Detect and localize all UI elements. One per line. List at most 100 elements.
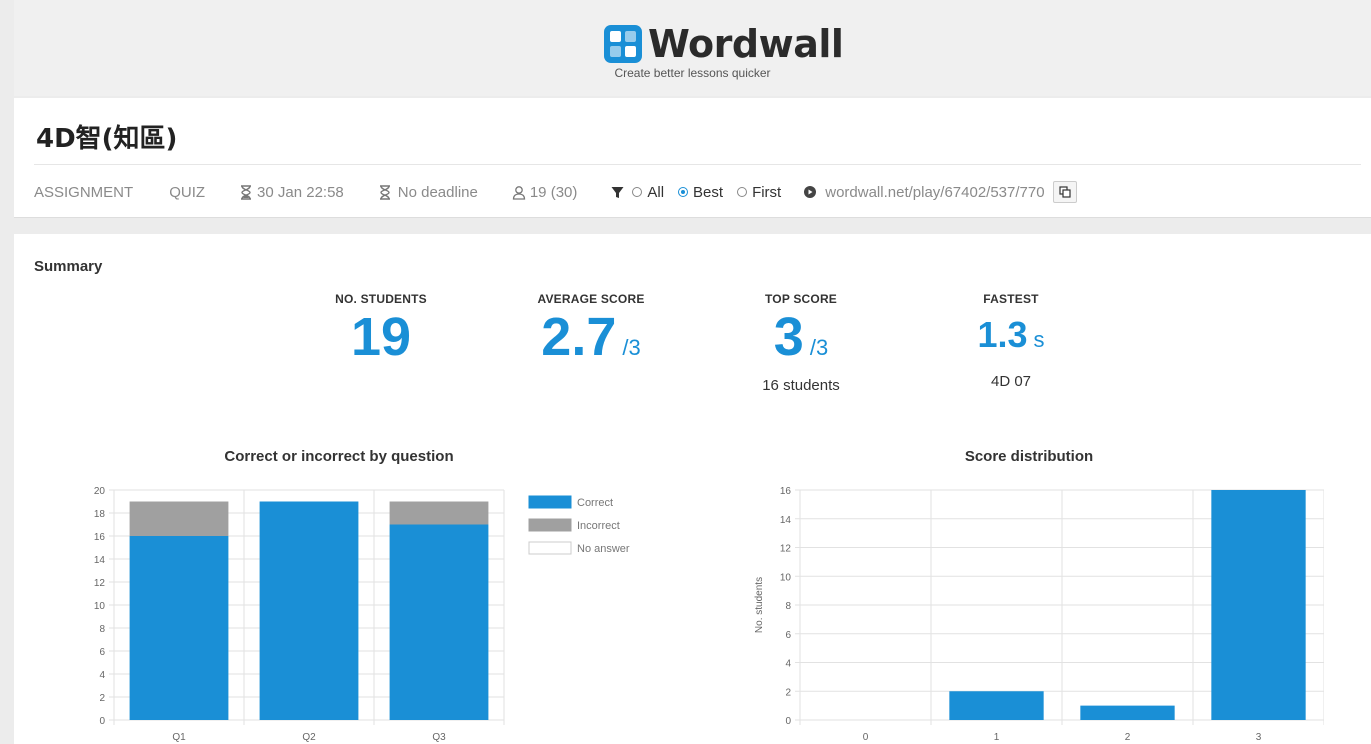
y-tick-label: 16 [94,532,106,543]
y-tick-label: 6 [785,630,791,641]
stat-value: 3 [773,307,804,367]
start-time: 30 Jan 22:58 [239,184,344,201]
radio-all[interactable] [632,186,643,197]
activity-type-label: QUIZ [169,183,206,201]
deadline: No deadline [378,184,478,201]
logo-text: Wordwall [648,22,844,66]
hourglass-empty-icon [379,184,390,200]
radio-first[interactable] [737,186,748,197]
x-tick-label: 3 [1256,732,1262,743]
stat-value: 2.7 [541,307,617,367]
students-count: 19 (30) [512,183,578,201]
bar-incorrect [129,501,229,536]
y-tick-label: 18 [94,509,106,520]
x-tick-label: 2 [1125,732,1131,743]
y-tick-label: 0 [99,716,105,727]
legend-swatch [528,495,572,509]
y-tick-label: 16 [780,486,792,497]
meta-bar: ASSIGNMENT QUIZ 30 Jan 22:58 No deadline… [34,180,1077,204]
chart-title-questions: Correct or incorrect by question [224,448,454,465]
divider [34,164,1361,165]
logo-icon [604,25,642,63]
share-link: wordwall.net/play/67402/537/770 [803,181,1077,203]
copy-icon [1058,186,1071,198]
stat-label: TOP SCORE [764,292,838,306]
stat-value-row: 3/3 [716,306,886,379]
y-tick-label: 2 [99,693,105,704]
legend-label: No answer [577,543,630,555]
summary-panel: Summary NO. STUDENTS 19 AVERAGE SCORE 2.… [14,234,1371,744]
summary-heading: Summary [34,258,103,275]
filter-option-first[interactable]: First [737,184,781,201]
y-tick-label: 0 [785,716,791,727]
y-tick-label: 12 [94,578,106,589]
correct-incorrect-chart: 0 2 4 6 8 10 12 14 16 18 20 Q1 Q2 Q3 Correct Incorrect N… [94,486,630,743]
chart-title-distribution: Score distribution [964,448,1094,465]
legend-label: Incorrect [577,520,620,532]
stat-no-students: NO. STUDENTS 19 [296,292,466,368]
stat-average-score: AVERAGE SCORE 2.7/3 [506,292,676,379]
x-tick-label: Q3 [432,732,446,743]
hourglass-icon [241,184,252,200]
filter-option-label: Best [693,183,724,201]
filter-option-all[interactable]: All [632,184,664,201]
y-tick-label: 12 [780,544,792,555]
stat-sub: 16 students [762,377,840,394]
wordwall-logo[interactable]: Wordwall [604,22,844,66]
stat-unit: /3 [622,335,641,360]
share-link-text[interactable]: wordwall.net/play/67402/537/770 [825,184,1044,201]
stat-value-row: 1.3 s [926,306,1096,369]
x-tick-label: Q2 [302,732,316,743]
tagline: Create better lessons quicker [614,66,771,80]
assignment-label: ASSIGNMENT [34,183,134,201]
bar-correct [259,501,359,720]
score-distribution-chart: 02468101214160 1 2 3No. students [754,486,1324,743]
top-banner: Wordwall Create better lessons quicker [14,0,1371,96]
stat-unit: /3 [809,335,829,360]
bar-correct [129,536,229,720]
x-tick-label: Q1 [172,732,186,743]
user-icon [512,185,525,200]
stat-value: 1.3 [977,314,1028,355]
stat-label: NO. STUDENTS [335,292,427,306]
deadline-text: No deadline [397,183,478,201]
attempt-filter: All Best First [611,184,781,201]
filter-icon [611,186,624,198]
legend-swatch [528,541,572,555]
students-count-text: 19 (30) [529,183,578,201]
bar-correct [389,524,489,720]
bar [949,691,1044,720]
y-tick-label: 6 [99,647,105,658]
legend-label: Correct [577,497,613,509]
filter-option-label: First [752,183,782,201]
bar [1080,705,1175,720]
stat-label: AVERAGE SCORE [537,292,645,306]
y-tick-label: 20 [94,486,106,497]
stat-value-row: 2.7/3 [506,306,676,379]
bar [1211,490,1306,720]
stat-top-score: TOP SCORE 3/3 16 students [716,292,886,394]
y-tick-label: 8 [99,624,105,635]
radio-best[interactable] [678,186,689,197]
y-axis-label: No. students [754,577,765,633]
y-tick-label: 4 [785,659,791,670]
y-tick-label: 8 [785,601,791,612]
y-tick-label: 14 [94,555,106,566]
link-icon [804,186,817,198]
stat-unit: s [1033,327,1045,352]
y-tick-label: 14 [780,515,792,526]
y-tick-label: 10 [94,601,106,612]
copy-link-button[interactable] [1052,181,1077,203]
legend-swatch [528,518,572,532]
filter-option-label: All [647,183,665,201]
y-tick-label: 10 [780,572,792,583]
y-tick-label: 2 [785,687,791,698]
filter-option-best[interactable]: Best [678,184,723,201]
x-tick-label: 0 [863,732,869,743]
stat-sub: 4D 07 [990,373,1032,390]
x-tick-label: 1 [994,732,1000,743]
stat-label: FASTEST [983,292,1039,306]
stat-value: 19 [350,307,412,367]
stat-fastest: FASTEST 1.3 s 4D 07 [926,292,1096,390]
start-time-text: 30 Jan 22:58 [257,183,344,201]
